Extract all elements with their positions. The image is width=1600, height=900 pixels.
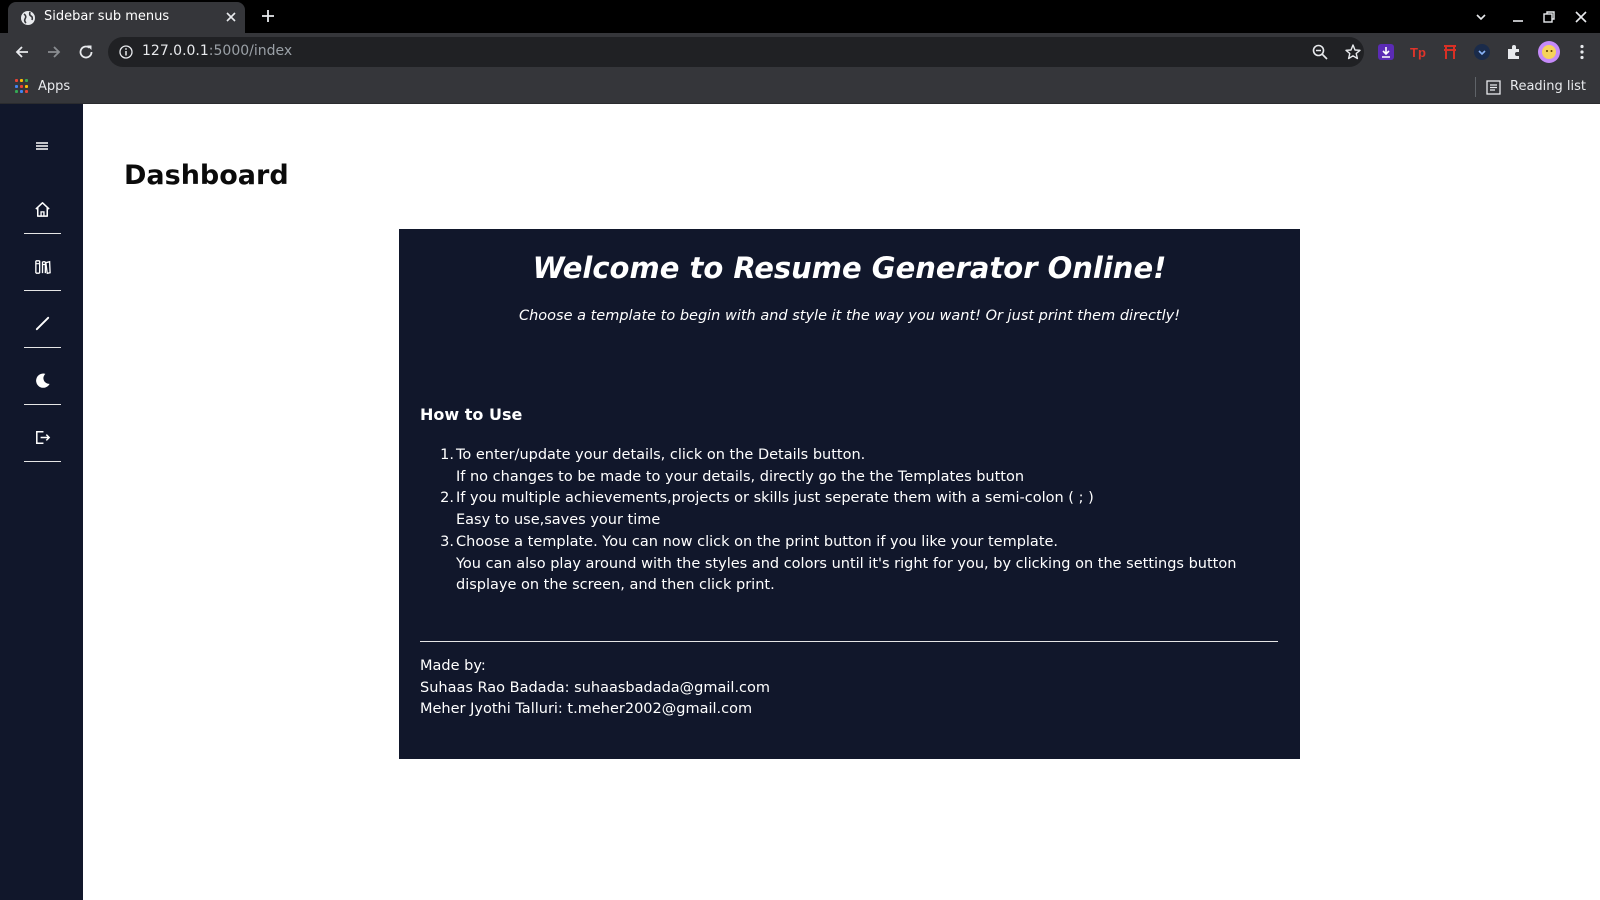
step-number: 2. [440, 490, 454, 507]
new-tab-icon[interactable] [260, 8, 276, 24]
url-text[interactable]: 127.0.0.1:5000/index [142, 43, 292, 59]
profile-avatar[interactable] [1537, 40, 1561, 64]
restore-icon[interactable] [1541, 9, 1557, 25]
browser-tabstrip: Sidebar sub menus [0, 0, 1600, 33]
sidebar-item-edit[interactable] [24, 306, 61, 348]
tab-title: Sidebar sub menus [44, 9, 170, 24]
back-icon[interactable] [12, 42, 32, 62]
pen-icon [35, 316, 50, 331]
step-number: 1. [440, 447, 454, 463]
credits-label: Made by: [420, 658, 486, 674]
logout-icon [36, 431, 51, 444]
download-extension-icon[interactable] [1377, 43, 1395, 61]
step-text: If you multiple achievements,projects or… [456, 490, 1094, 507]
chrome-menu-icon[interactable] [1573, 43, 1591, 61]
bookmarks-divider [1475, 77, 1476, 97]
welcome-subheading: Choose a template to begin with and styl… [518, 308, 1181, 324]
sidebar-item-library[interactable] [24, 249, 61, 291]
reading-list-icon[interactable] [1486, 80, 1501, 95]
minimize-icon[interactable] [1510, 9, 1526, 25]
bookmarks-bar: Apps Reading list [0, 71, 1600, 104]
instructions-list: 1. To enter/update your details, click o… [440, 445, 1276, 597]
home-icon [35, 202, 50, 217]
sidebar-item-logout[interactable] [24, 420, 61, 462]
list-item: 2. If you multiple achievements,projects… [440, 488, 1276, 531]
step-number: 3. [440, 533, 454, 550]
bookmark-extension-icon[interactable] [1441, 43, 1459, 61]
globe-icon [21, 11, 35, 25]
step-detail: Easy to use,saves your time [456, 512, 661, 529]
close-window-icon[interactable] [1573, 9, 1589, 25]
apps-icon[interactable] [15, 79, 30, 94]
library-icon [35, 260, 51, 275]
sidebar [0, 104, 83, 900]
page-title: Dashboard [124, 160, 289, 191]
step-detail: If no changes to be made to your details… [456, 468, 1025, 485]
author-line: Meher Jyothi Talluri: t.meher2002@gmail.… [420, 701, 753, 718]
divider [420, 641, 1278, 642]
address-bar[interactable]: 127.0.0.1:5000/index [108, 37, 1364, 67]
dark-extension-icon[interactable] [1473, 43, 1491, 61]
how-to-use-heading: How to Use [420, 405, 523, 424]
star-icon[interactable] [1344, 43, 1362, 61]
list-item: 3. Choose a template. You can now click … [440, 532, 1276, 597]
welcome-heading: Welcome to Resume Generator Online! [532, 251, 1167, 285]
url-path: :5000/index [208, 43, 293, 59]
tab-search-icon[interactable] [1473, 9, 1489, 25]
tp-extension-icon[interactable]: Tp [1409, 43, 1427, 61]
puzzle-extensions-icon[interactable] [1505, 43, 1523, 61]
reading-list-button[interactable]: Reading list [1510, 79, 1586, 94]
list-item: 1. To enter/update your details, click o… [440, 445, 1276, 488]
zoom-icon[interactable] [1311, 43, 1329, 61]
author-line: Suhaas Rao Badada: suhaasbadada@gmail.co… [420, 679, 771, 696]
reload-icon[interactable] [76, 42, 96, 62]
apps-link[interactable]: Apps [38, 79, 70, 94]
step-text: To enter/update your details, click on t… [456, 447, 866, 463]
credits: Made by: Suhaas Rao Badada: suhaasbadada… [420, 656, 770, 721]
browser-toolbar: 127.0.0.1:5000/index Tp [0, 33, 1600, 71]
site-info-icon[interactable] [119, 45, 133, 59]
close-tab-icon[interactable] [224, 10, 238, 24]
browser-tab[interactable]: Sidebar sub menus [8, 2, 245, 33]
welcome-card: Welcome to Resume Generator Online! Choo… [399, 229, 1300, 759]
step-detail: You can also play around with the styles… [456, 555, 1237, 594]
svg-text:Tp: Tp [1410, 45, 1426, 60]
url-host: 127.0.0.1 [142, 43, 209, 59]
hamburger-icon[interactable] [34, 139, 50, 153]
step-text: Choose a template. You can now click on … [456, 533, 1059, 550]
sidebar-item-home[interactable] [24, 192, 61, 234]
forward-icon[interactable] [44, 42, 64, 62]
sidebar-item-dark-mode[interactable] [24, 363, 61, 405]
moon-icon [36, 373, 50, 388]
